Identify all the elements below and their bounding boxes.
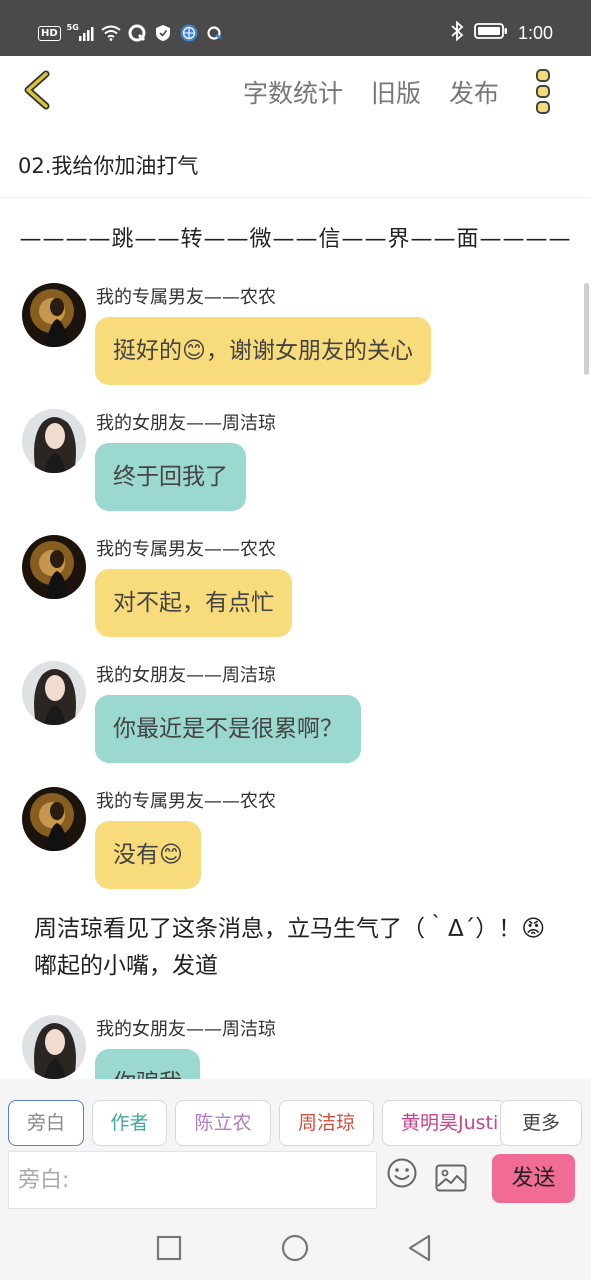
role-chip-author[interactable]: 作者: [92, 1100, 167, 1146]
chapter-title-bar[interactable]: 02.我给你加油打气: [0, 132, 591, 198]
status-bar: HD 5G 1:00: [0, 0, 591, 56]
sender-name: 我的女朋友——周洁琼: [96, 413, 276, 434]
recent-apps-icon: [156, 1235, 182, 1261]
image-button[interactable]: [435, 1164, 467, 1192]
app-icon: [205, 23, 225, 43]
male-avatar[interactable]: [22, 283, 86, 347]
status-icons-left: HD 5G: [38, 22, 225, 44]
smiley-icon: [387, 1158, 417, 1188]
female-avatar[interactable]: [22, 1015, 86, 1079]
message-bubble[interactable]: 没有😊: [95, 821, 201, 889]
female-avatar[interactable]: [22, 661, 86, 725]
message-bubble[interactable]: 对不起，有点忙: [95, 569, 292, 637]
battery-icon: [474, 22, 508, 44]
sender-name: 我的专属男友——农农: [96, 287, 276, 308]
publish-button[interactable]: 发布: [449, 74, 499, 110]
image-icon: [435, 1164, 467, 1192]
composer-panel: 旁白 作者 陈立农 周洁琼 黄明昊Justin 更多 发送: [0, 1079, 591, 1217]
send-button[interactable]: 发送: [492, 1154, 575, 1203]
clock: 1:00: [517, 22, 553, 43]
story-content[interactable]: ————跳——转——微——信——界——面———— 我的专属男友——农农 挺好的😊…: [0, 199, 591, 1079]
female-avatar[interactable]: [22, 409, 86, 473]
sender-name: 我的专属男友——农农: [96, 539, 276, 560]
message-input[interactable]: [9, 1152, 376, 1208]
scrollbar-thumb[interactable]: [584, 283, 589, 375]
role-chip-zhou-jieqiong[interactable]: 周洁琼: [279, 1100, 374, 1146]
more-menu-button[interactable]: [530, 68, 558, 116]
old-version-button[interactable]: 旧版: [371, 74, 421, 110]
chevron-left-icon: [24, 70, 50, 110]
navigation-bar: [0, 1217, 591, 1280]
role-chip-huang-minghao[interactable]: 黄明昊Justin: [382, 1100, 506, 1146]
male-avatar[interactable]: [22, 535, 86, 599]
browser-icon: [179, 23, 199, 43]
word-count-button[interactable]: 字数统计: [243, 74, 343, 110]
back-icon: [408, 1234, 431, 1262]
message-bubble[interactable]: 你最近是不是很累啊？: [95, 695, 361, 763]
status-icons-right: 1:00: [450, 20, 553, 46]
message-bubble[interactable]: 你骗我: [95, 1049, 200, 1079]
top-bar: 字数统计 旧版 发布: [0, 56, 591, 132]
top-actions: 字数统计 旧版 发布: [243, 74, 499, 110]
scene-divider: ————跳——转——微——信——界——面————: [19, 227, 572, 252]
message-bubble[interactable]: 终于回我了: [95, 443, 246, 511]
back-button[interactable]: [18, 68, 58, 112]
bluetooth-icon: [450, 20, 464, 45]
role-chip-narration[interactable]: 旁白: [8, 1100, 84, 1146]
recent-apps-button[interactable]: [154, 1233, 184, 1263]
more-roles-button[interactable]: 更多: [500, 1100, 582, 1146]
shield-icon: [153, 23, 173, 43]
back-nav-button[interactable]: [405, 1233, 435, 1263]
chapter-title: 02.我给你加油打气: [18, 154, 199, 178]
hd-badge: HD: [38, 25, 61, 41]
sender-name: 我的女朋友——周洁琼: [96, 1019, 276, 1040]
message-bubble[interactable]: 挺好的😊，谢谢女朋友的关心: [95, 317, 431, 385]
sender-name: 我的专属男友——农农: [96, 791, 276, 812]
message-input-box[interactable]: [8, 1151, 377, 1209]
home-button[interactable]: [280, 1233, 310, 1263]
narration-text[interactable]: 周洁琼看见了这条消息，立马生气了（｀Δ´）！😡嘟起的小嘴，发道: [34, 911, 554, 985]
home-icon: [281, 1234, 309, 1262]
emoji-button[interactable]: [386, 1157, 418, 1189]
sender-name: 我的女朋友——周洁琼: [96, 665, 276, 686]
three-dots-vertical-icon: [536, 69, 550, 114]
app-notification-icon: [127, 23, 147, 43]
signal-icon: 5G: [67, 23, 95, 43]
role-chip-chen-linong[interactable]: 陈立农: [175, 1100, 271, 1146]
wifi-icon: [101, 23, 121, 43]
male-avatar[interactable]: [22, 787, 86, 851]
